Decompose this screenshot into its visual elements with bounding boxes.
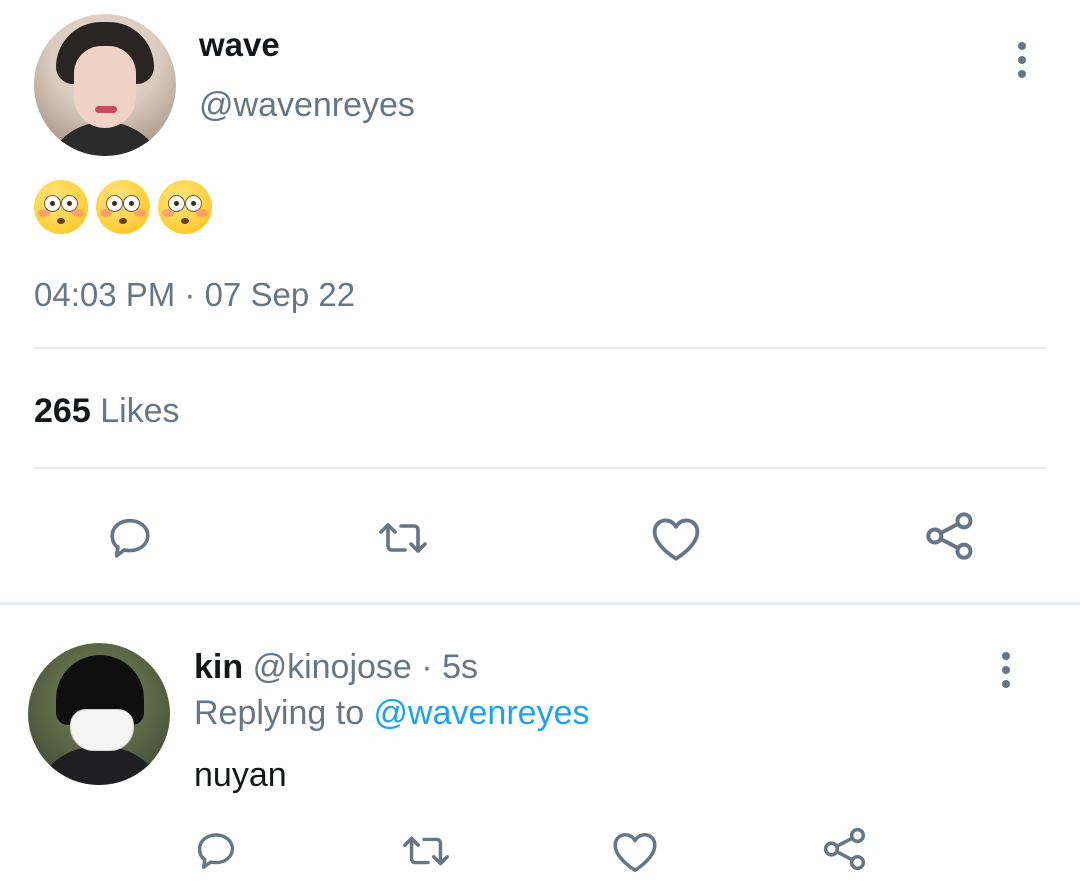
divider bbox=[34, 467, 1046, 469]
reply-reply-button[interactable] bbox=[188, 823, 244, 879]
share-button[interactable] bbox=[922, 508, 978, 564]
author-display-name[interactable]: wave bbox=[199, 26, 280, 64]
retweet-button[interactable] bbox=[375, 510, 431, 566]
reply-author-handle[interactable]: @kinojose bbox=[253, 648, 412, 686]
reply-more-options-icon[interactable] bbox=[996, 652, 1016, 688]
reply-header: kin @kinojose · 5s bbox=[194, 648, 478, 687]
replying-mention-link[interactable]: @wavenreyes bbox=[374, 694, 590, 732]
reply-author-avatar[interactable] bbox=[28, 643, 170, 785]
replying-prefix: Replying to bbox=[194, 694, 374, 732]
share-icon bbox=[926, 512, 973, 560]
likes-summary[interactable]: 265 Likes bbox=[34, 392, 180, 431]
reply-bubble-icon bbox=[110, 518, 150, 558]
reply-text: nuyan bbox=[194, 756, 287, 794]
reply-button[interactable] bbox=[102, 510, 158, 566]
heart-icon bbox=[613, 832, 657, 872]
reply-bubble-icon bbox=[197, 833, 235, 870]
retweet-icon bbox=[379, 523, 427, 553]
reply-like-button[interactable] bbox=[607, 823, 663, 879]
section-separator bbox=[0, 602, 1080, 605]
author-handle[interactable]: @wavenreyes bbox=[199, 86, 415, 125]
share-icon bbox=[823, 827, 866, 871]
tweet-detail-page: wave @wavenreyes 04:03 PM · 07 Sep 22 26… bbox=[0, 0, 1080, 889]
reply-retweet-button[interactable] bbox=[398, 823, 454, 879]
reply-time-separator: · bbox=[411, 648, 443, 686]
flushed-face-emoji bbox=[34, 180, 88, 234]
tweet-text bbox=[34, 180, 212, 234]
reply-author-name[interactable]: kin bbox=[194, 648, 243, 686]
flushed-face-emoji bbox=[158, 180, 212, 234]
flushed-face-emoji bbox=[96, 180, 150, 234]
likes-count: 265 bbox=[34, 392, 91, 430]
author-avatar[interactable] bbox=[34, 14, 176, 156]
heart-icon bbox=[652, 518, 700, 561]
retweet-icon bbox=[403, 836, 449, 866]
like-button[interactable] bbox=[648, 510, 704, 566]
divider bbox=[34, 347, 1046, 349]
replying-to: Replying to @wavenreyes bbox=[194, 694, 589, 733]
tweet-timestamp: 04:03 PM · 07 Sep 22 bbox=[34, 276, 356, 313]
more-options-icon[interactable] bbox=[1012, 42, 1032, 78]
reply-share-button[interactable] bbox=[817, 821, 873, 877]
reply-time: 5s bbox=[442, 648, 478, 686]
likes-label: Likes bbox=[100, 392, 180, 430]
